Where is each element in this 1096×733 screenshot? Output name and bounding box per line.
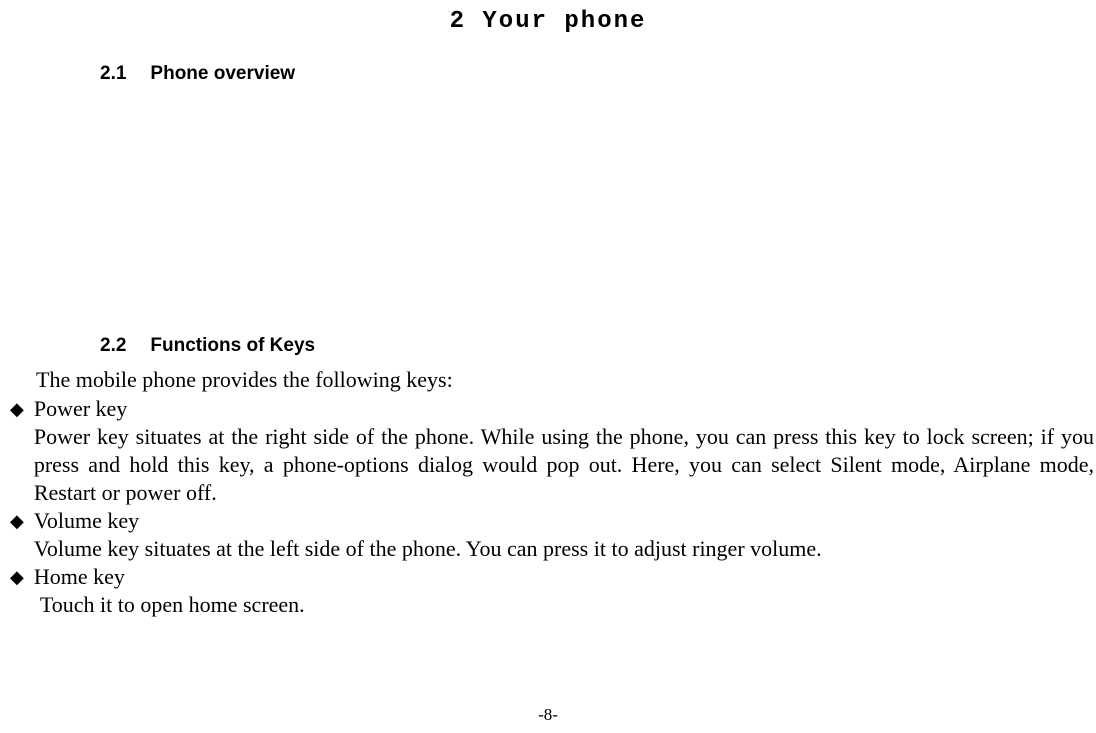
section-title: Phone overview: [150, 63, 295, 84]
list-item-desc: Volume key situates at the left side of …: [34, 535, 1096, 563]
list-item: ◆ Volume key Volume key situates at the …: [0, 507, 1096, 563]
list-item-title: Volume key: [34, 507, 1096, 535]
list-item-content: Volume key Volume key situates at the le…: [34, 507, 1096, 563]
section-heading-overview: 2.1 Phone overview: [100, 63, 1096, 85]
diamond-bullet-icon: ◆: [10, 563, 24, 591]
list-item-content: Power key Power key situates at the righ…: [34, 395, 1096, 507]
list-item: ◆ Power key Power key situates at the ri…: [0, 395, 1096, 507]
section-title: Functions of Keys: [150, 335, 315, 356]
diamond-bullet-icon: ◆: [10, 395, 24, 423]
list-item-title: Power key: [34, 395, 1096, 423]
list-item-title: Home key: [34, 563, 1096, 591]
page-number: -8-: [0, 705, 1096, 725]
list-item: ◆ Home key Touch it to open home screen.: [0, 563, 1096, 619]
functions-list: ◆ Power key Power key situates at the ri…: [0, 395, 1096, 619]
section-number: 2.1: [100, 63, 126, 85]
list-item-content: Home key Touch it to open home screen.: [34, 563, 1096, 619]
document-page: 2 Your phone 2.1 Phone overview 2.2 Functi…: [0, 0, 1096, 733]
section-number: 2.2: [100, 335, 126, 357]
list-item-desc: Power key situates at the right side of …: [34, 423, 1096, 507]
list-item-desc: Touch it to open home screen.: [40, 591, 1096, 619]
diamond-bullet-icon: ◆: [10, 507, 24, 535]
chapter-title: 2 Your phone: [0, 0, 1096, 35]
section-heading-functions: 2.2 Functions of Keys: [100, 335, 1096, 357]
intro-text: The mobile phone provides the following …: [36, 367, 1096, 393]
